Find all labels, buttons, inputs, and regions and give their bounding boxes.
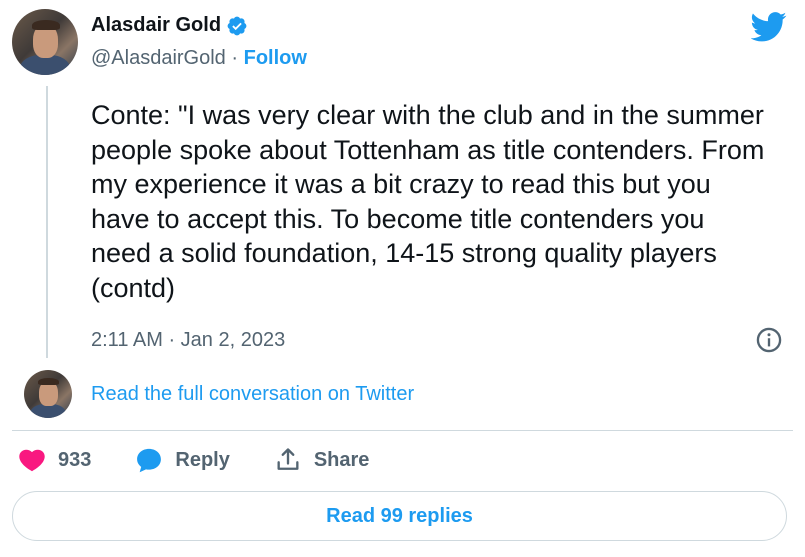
handle-row: @AlasdairGold · Follow xyxy=(91,47,307,70)
tweet-timestamp[interactable]: 2:11 AM · Jan 2, 2023 xyxy=(91,329,285,352)
share-icon[interactable] xyxy=(274,446,302,474)
reply-action[interactable]: Reply xyxy=(135,446,230,474)
likes-count: 933 xyxy=(58,448,92,471)
info-icon[interactable] xyxy=(755,326,783,354)
separator-dot: · xyxy=(231,47,239,69)
author-name-row: Alasdair Gold xyxy=(91,14,248,37)
action-bar: 933 Reply Share xyxy=(18,446,413,474)
heart-icon[interactable] xyxy=(18,446,46,474)
like-action[interactable]: 933 xyxy=(18,446,91,474)
read-replies-button[interactable]: Read 99 replies xyxy=(12,491,787,541)
share-action[interactable]: Share xyxy=(274,446,370,474)
verified-icon xyxy=(227,16,247,35)
twitter-bird-icon[interactable] xyxy=(751,12,787,42)
tweet-text: Conte: "I was very clear with the club a… xyxy=(91,100,765,303)
reply-icon[interactable] xyxy=(135,446,163,474)
follow-link[interactable]: Follow xyxy=(244,47,307,69)
author-name[interactable]: Alasdair Gold xyxy=(91,14,221,37)
author-handle[interactable]: @AlasdairGold xyxy=(91,47,226,69)
thread-line xyxy=(46,86,48,358)
avatar-body-shape xyxy=(29,403,67,418)
author-avatar[interactable] xyxy=(12,9,78,75)
avatar-hair-shape xyxy=(31,19,60,31)
read-conversation-link[interactable]: Read the full conversation on Twitter xyxy=(91,383,414,406)
avatar-hair-shape xyxy=(38,377,59,386)
conversation-avatar[interactable] xyxy=(24,370,72,418)
read-replies-label: Read 99 replies xyxy=(326,504,473,527)
divider xyxy=(12,430,793,431)
reply-label: Reply xyxy=(175,448,230,471)
avatar-body-shape xyxy=(19,55,71,75)
share-label: Share xyxy=(313,448,370,471)
